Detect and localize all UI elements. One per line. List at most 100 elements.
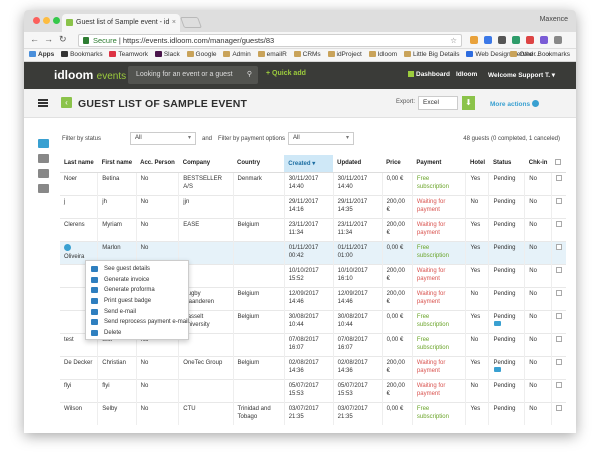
row-checkbox[interactable] [550,263,566,287]
status-filter-label: Filter by status [62,136,102,142]
extension-icon[interactable] [540,36,548,44]
table-row[interactable]: Noer Betina No BESTSELLER A/S Denmark 30/11/2… [60,171,566,195]
extension-icon[interactable] [526,36,534,44]
key-icon[interactable] [38,169,49,178]
logo[interactable]: idloom events [54,68,126,82]
table-row[interactable]: De Decker Christian No OneTec Group Belgium 0… [60,355,566,379]
price-cell: 200,00 € [381,355,413,379]
extension-icon[interactable] [484,36,492,44]
select-all-checkbox[interactable] [551,155,566,173]
table-row[interactable]: j jh No jjn 29/11/2017 14:16 29/11/2017 14:35… [60,194,566,218]
price-cell: 0,00 € [381,401,413,425]
calendar-icon[interactable] [38,139,49,148]
menu-item-generate-invoice[interactable]: Generate invoice [86,275,188,286]
row-checkbox[interactable] [550,286,566,310]
browser-tab[interactable]: Guest list of Sample event - id × [62,14,180,32]
column-header[interactable]: Acc. Person [136,155,179,173]
menu-item-generate-proforma[interactable]: Generate proforma [86,285,188,296]
created-cell: 10/10/2017 15:52 [283,263,334,287]
bookmark-item[interactable]: Bookmarks [61,49,103,61]
comment-icon[interactable] [494,366,502,372]
bookmark-item[interactable]: Idloom [368,49,397,61]
row-checkbox[interactable] [550,378,566,402]
hotel-cell: Yes [465,217,489,241]
menu-item-print-badge[interactable]: Print guest badge [86,296,188,307]
table-row[interactable]: Clerens Myriam No EASE Belgium 23/11/2017 11:… [60,217,566,241]
column-header[interactable]: Company [178,155,234,173]
star-icon[interactable]: ☆ [450,35,457,46]
company-cell [178,378,234,402]
export-button[interactable]: ⬇ [462,96,475,110]
back-icon[interactable]: ← [30,34,39,44]
forward-icon[interactable]: → [44,34,53,44]
row-checkbox[interactable] [550,217,566,241]
menu-item-send-email[interactable]: Send e-mail [86,307,188,318]
tools-icon[interactable] [38,154,49,163]
bookmark-item[interactable]: Google [186,49,217,61]
menu-item-see-details[interactable]: See guest details [86,264,188,275]
column-header[interactable]: Country [233,155,285,173]
column-header[interactable]: Chk-in [524,155,552,173]
hamburger-menu-icon[interactable] [38,99,48,107]
payment-filter-select[interactable]: All [288,132,354,145]
user-icon[interactable] [38,184,49,193]
search-icon[interactable]: ⚲ [247,66,252,84]
price-cell: 200,00 € [381,378,413,402]
extension-icon[interactable] [498,36,506,44]
user-menu[interactable]: Welcome Support T. ▾ [488,71,555,79]
bookmark-item[interactable]: emailR [257,49,287,61]
profile-name[interactable]: Maxence [540,16,568,23]
column-header[interactable]: Last name [60,155,98,173]
search-input[interactable]: Looking for an event or a guest ⚲ [128,66,258,84]
browser-window: Guest list of Sample event - id × Maxenc… [24,10,576,433]
export-format-select[interactable]: Excel [418,96,458,110]
row-checkbox[interactable] [550,401,566,425]
table-row[interactable]: Wilson Selby No CTU Trinidad and Tobago 03/07… [60,401,566,425]
menu-item-delete[interactable]: Delete [86,328,188,339]
checkin-cell: No [524,355,552,379]
row-checkbox[interactable] [550,171,566,195]
column-header[interactable]: Hotel [465,155,489,173]
column-header-sorted[interactable]: Created ▾ [284,155,334,173]
bookmark-item[interactable]: Apps [29,49,54,61]
column-header[interactable]: Price [382,155,413,173]
bookmark-item[interactable]: CRMs [293,49,321,61]
row-checkbox[interactable] [550,240,566,264]
back-button[interactable]: ‹ [61,97,72,108]
column-header[interactable]: Payment [412,155,466,173]
menu-item-send-reprocess[interactable]: Send reprocess payment e-mail [86,317,189,328]
bookmark-item[interactable]: Slack [154,49,180,61]
more-actions-button[interactable]: More actions [490,100,540,108]
close-tab-icon[interactable]: × [172,14,176,32]
bookmark-item[interactable]: idProject [327,49,362,61]
row-checkbox[interactable] [550,309,566,333]
status-cell: Pending [488,309,525,333]
comment-icon[interactable] [494,320,502,326]
bookmark-item[interactable]: Little Big Details [403,49,460,61]
row-checkbox[interactable] [550,355,566,379]
reload-icon[interactable]: ↻ [59,34,67,45]
extension-icon[interactable] [512,36,520,44]
extension-icon[interactable] [470,36,478,44]
other-bookmarks[interactable]: Other Bookmarks [510,49,570,61]
table-row[interactable]: flyi flyi No 05/07/2017 15:53 05/07/2017 15:… [60,378,566,402]
checkin-cell: No [524,263,552,287]
dashboard-link[interactable]: Dashboard [408,71,450,78]
checkin-cell: No [524,401,552,425]
updated-cell: 10/10/2017 16:10 [332,263,383,287]
column-header[interactable]: First name [97,155,137,173]
url-field[interactable]: Secure | https://events.idloom.com/manag… [78,34,462,47]
column-header[interactable]: Status [488,155,525,173]
status-filter-select[interactable]: All [130,132,196,145]
new-tab-button[interactable] [179,17,203,28]
bookmark-item[interactable]: Admin [223,49,251,61]
badge-icon [91,298,98,305]
idloom-link[interactable]: Idloom [456,71,477,78]
quick-add-button[interactable]: + Quick add [266,70,306,77]
bookmark-item[interactable]: Teamwork [109,49,148,61]
row-checkbox[interactable] [550,194,566,218]
menu-icon[interactable] [554,36,562,44]
row-actions-icon[interactable] [64,243,71,251]
row-checkbox[interactable] [550,332,566,356]
column-header[interactable]: Updated [333,155,383,173]
